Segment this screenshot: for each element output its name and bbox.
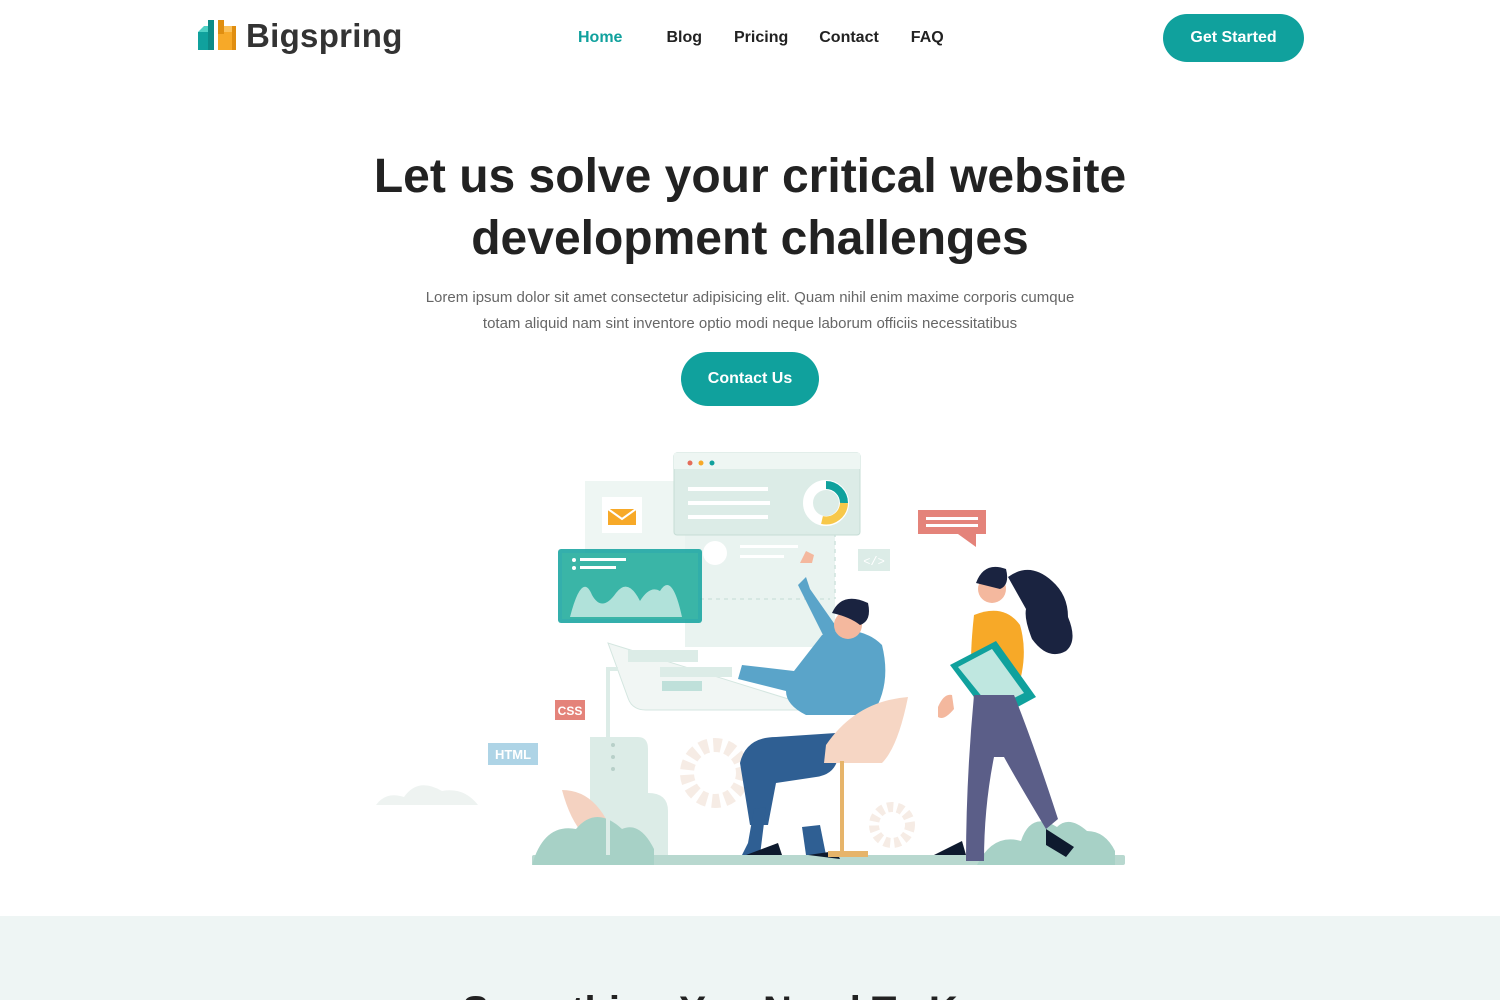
woman-figure (934, 566, 1074, 861)
info-section: Something You Need To Know (0, 916, 1500, 1000)
hero-title-line1: Let us solve your critical website (373, 150, 1127, 203)
cloud-left (376, 785, 478, 805)
hero-title-line2: development challenges (471, 212, 1029, 265)
gear-icon (680, 738, 750, 808)
nav-item-faq[interactable]: FAQ (911, 27, 944, 49)
hero-illustration: </> CSS HTML (376, 452, 1125, 865)
code-tag-label: </> (863, 555, 885, 569)
nav-item-pricing[interactable]: Pricing (734, 27, 788, 49)
hero-description-line1: Lorem ipsum dolor sit amet consectetur a… (425, 289, 1075, 306)
main-nav: Home Blog Pricing Contact FAQ (578, 27, 944, 49)
chat-bubble-icon (918, 510, 986, 534)
hero-description-line2: totam aliquid nam sint inventore optio m… (482, 315, 1018, 332)
bigspring-logo-icon (198, 20, 236, 50)
nav-item-home[interactable]: Home (578, 27, 622, 49)
site-header: Bigspring Home Blog Pricing Contact FAQ … (0, 0, 1500, 76)
nav-item-contact[interactable]: Contact (819, 27, 879, 49)
brand-logo[interactable]: Bigspring (196, 16, 403, 56)
hero-title: Let us solve your critical website devel… (300, 146, 1200, 270)
brand-name: Bigspring (246, 17, 403, 54)
hero-description: Lorem ipsum dolor sit amet consectetur a… (400, 285, 1100, 337)
nav-item-blog[interactable]: Blog (666, 27, 702, 49)
css-tag-label: CSS (558, 704, 583, 718)
area-chart (570, 584, 682, 617)
get-started-button[interactable]: Get Started (1163, 14, 1304, 62)
contact-us-button[interactable]: Contact Us (681, 352, 819, 406)
html-tag-label: HTML (495, 747, 531, 762)
section-title: Something You Need To Know (0, 986, 1500, 1000)
